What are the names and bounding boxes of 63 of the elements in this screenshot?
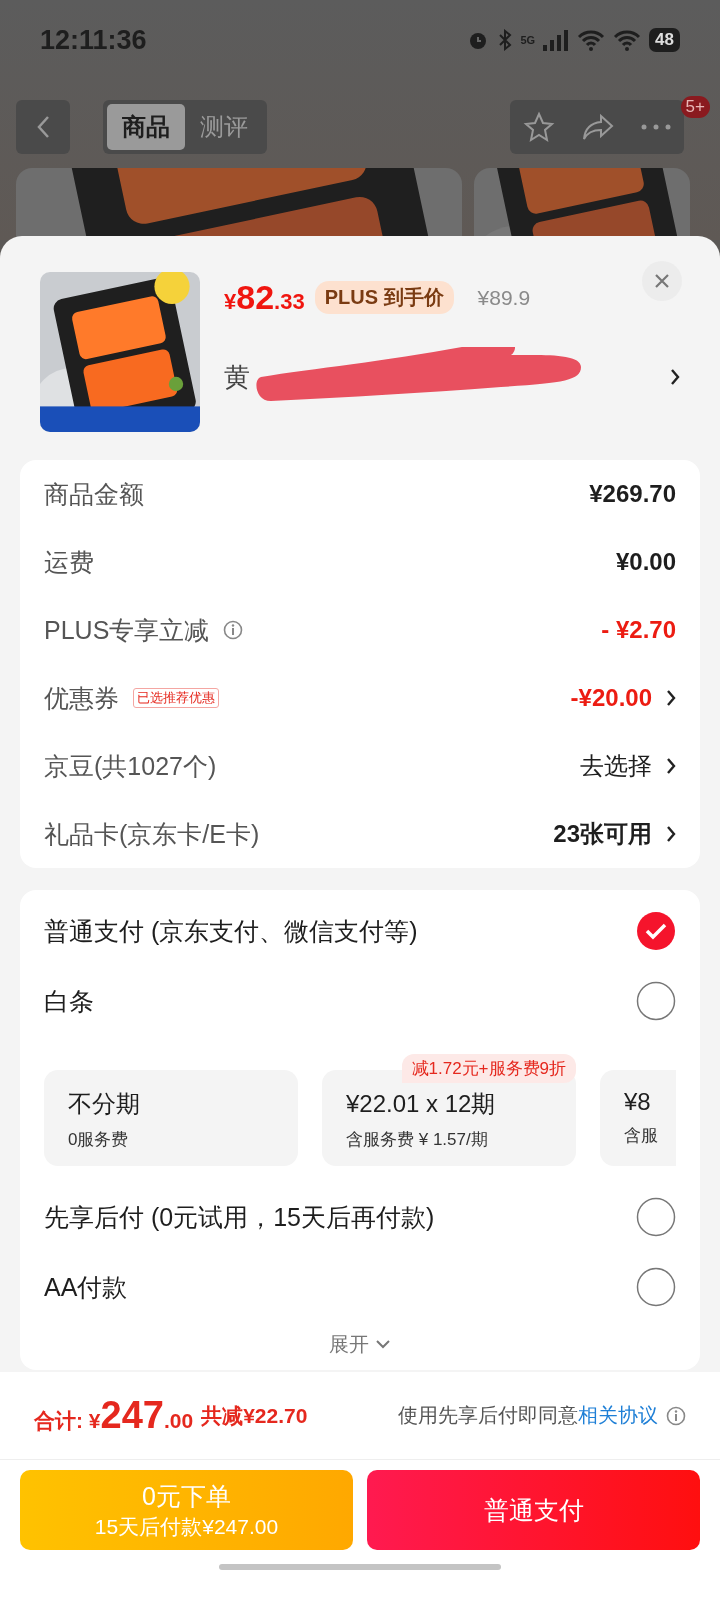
summary-value[interactable]: -¥20.00 [570,684,652,712]
total-discount: 共减¥22.70 [201,1402,308,1429]
total-price: 合计: ¥247.00 [34,1394,194,1437]
summary-label: 京豆(共1027个) [44,750,217,782]
wifi-icon [577,29,606,51]
summary-label: 商品金额 [44,478,144,510]
payment-option[interactable]: 白条 [44,984,94,1018]
radio-button[interactable] [636,1197,676,1237]
plus-price-tag: PLUS 到手价 [314,281,454,314]
radio-button[interactable] [636,981,676,1021]
info-icon [223,620,244,640]
installment-option[interactable]: ¥8 含服 [600,1070,676,1166]
payment-option[interactable]: 先享后付 (0元试用，15天后再付款) [44,1200,435,1234]
signal-icon [543,29,570,51]
agreement-link[interactable]: 相关协议 [578,1402,658,1429]
notification-badge: 5+ [680,95,710,118]
wifi-icon [613,29,642,51]
pay-button[interactable]: 普通支付 [367,1470,700,1550]
chevron-left-icon [36,114,50,139]
more-icon[interactable] [641,123,671,130]
back-button[interactable] [16,99,70,154]
summary-value: ¥0.00 [615,548,676,576]
original-price: ¥89.9 [477,285,531,310]
agreement-text: 使用先享后付即同意 [398,1403,578,1428]
summary-label: 运费 [44,546,94,578]
installment-option[interactable]: 不分期 0服务费 [44,1070,298,1166]
product-name: 黄 [224,360,250,394]
network-label: 5G [520,34,536,46]
summary-label: 优惠券 [44,682,119,714]
summary-label: 礼品卡(京东卡/E卡) [44,818,260,850]
chevron-right-icon [666,689,676,707]
star-icon[interactable] [523,110,555,143]
summary-value: - ¥2.70 [601,616,676,644]
installment-title: ¥22.01 x 12期 [346,1089,497,1119]
bluetooth-icon [498,29,513,51]
close-button[interactable] [642,261,682,301]
share-icon[interactable] [581,112,615,141]
price: ¥82.33 [224,278,305,317]
close-icon [654,273,670,289]
summary-value[interactable]: 去选择 [580,750,652,782]
summary-value[interactable]: 23张可用 [553,818,652,850]
chevron-right-icon [666,757,676,775]
chevron-down-icon [375,1339,391,1349]
installment-fee: 0服务费 [68,1129,130,1151]
coupon-tag: 已选推荐优惠 [133,688,219,708]
radio-button[interactable] [636,911,676,951]
summary-value: ¥269.70 [589,480,676,508]
promo-tag: 减1.72元+服务费9折 [401,1054,576,1083]
installment-title: ¥8 [624,1088,652,1116]
status-time: 12:11:36 [40,24,147,56]
installment-title: 不分期 [68,1089,141,1119]
installment-fee: 含服务费 ¥ 1.57/期 [346,1129,489,1151]
tab[interactable]: 商品 [107,103,185,150]
info-icon [666,1405,686,1426]
battery-level: 48 [649,28,680,52]
chevron-right-icon [666,825,676,843]
chevron-right-icon [670,368,680,386]
expand-link[interactable]: 展开 [329,1330,369,1358]
summary-label: PLUS专享立减 [44,614,210,646]
radio-button[interactable] [636,1267,676,1307]
installment-fee: 含服 [624,1125,659,1147]
payment-option[interactable]: 普通支付 (京东支付、微信支付等) [44,914,418,948]
payment-option[interactable]: AA付款 [44,1270,128,1304]
